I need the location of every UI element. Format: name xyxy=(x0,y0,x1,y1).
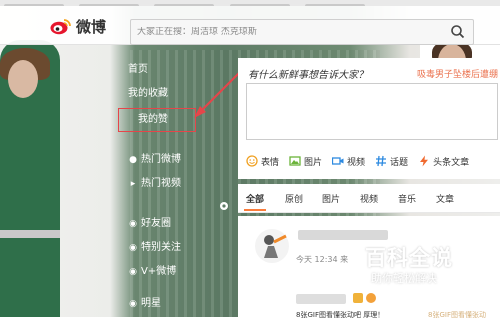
trending-link[interactable]: 吸毒男子坠楼后遭绷 xyxy=(417,67,498,80)
lightning-icon xyxy=(420,155,429,167)
post-text-secondary: 8张GIF图看懂张动 xyxy=(428,311,486,319)
tab-original[interactable]: 原创 xyxy=(285,192,303,205)
tool-topic[interactable]: 话题 xyxy=(375,155,408,168)
weibo-logo-icon xyxy=(50,18,71,34)
sidebar-item-label: 热门微博 xyxy=(141,154,181,165)
tool-label: 视频 xyxy=(347,157,366,168)
smile-icon xyxy=(246,155,258,167)
sidebar-item-label: 首页 xyxy=(128,64,148,75)
star-icon: ◉ xyxy=(129,243,137,253)
sidebar-item-label: 热门视频 xyxy=(141,178,181,189)
publish-prompt: 有什么新鲜事想告诉大家？ xyxy=(248,70,368,81)
post-text: 8张GIF图看懂张动吧 厚理！ xyxy=(296,311,385,319)
sidebar-item-favorites[interactable]: 我的收藏 xyxy=(128,86,168,102)
background-model-left xyxy=(0,40,60,317)
top-navigation-bar: 微博 xyxy=(0,6,500,45)
logo-text: 微博 xyxy=(76,17,107,36)
settings-icon[interactable] xyxy=(218,200,230,212)
image-icon xyxy=(289,156,301,166)
tab-images[interactable]: 图片 xyxy=(322,192,340,205)
search-icon[interactable] xyxy=(450,24,465,39)
sidebar-item-label: 我的收藏 xyxy=(128,88,168,99)
pointer-arrow xyxy=(194,71,241,118)
star-icon: ◉ xyxy=(129,299,137,309)
search-input[interactable] xyxy=(137,27,437,37)
highlight-box xyxy=(118,108,196,132)
sidebar-item-friends-circle[interactable]: ◉ 好友圈 xyxy=(128,216,171,232)
watermark: 百科全说 助你轻松解决 xyxy=(355,242,500,292)
tool-video[interactable]: 视频 xyxy=(332,155,365,168)
weibo-logo[interactable]: 微博 xyxy=(50,14,106,38)
hashtag-icon xyxy=(376,155,387,167)
tool-article[interactable]: 头条文章 xyxy=(418,155,469,168)
model-belt xyxy=(0,230,60,238)
sidebar-item-special-follow[interactable]: ◉ 特别关注 xyxy=(128,240,181,256)
active-tab-indicator xyxy=(244,209,266,211)
tool-label: 图片 xyxy=(304,157,323,168)
tab-articles[interactable]: 文章 xyxy=(436,192,454,205)
feed-tabs: 全部 原创 图片 视频 音乐 文章 xyxy=(238,184,500,213)
sidebar-item-label: 特别关注 xyxy=(141,242,181,253)
tab-all[interactable]: 全部 xyxy=(246,192,264,205)
sidebar-item-vplus[interactable]: ◉ V+微博 xyxy=(128,264,176,280)
watermark-subtitle: 助你轻松解决 xyxy=(371,272,437,285)
emoji-icon xyxy=(366,293,376,303)
sidebar-item-hot-weibo[interactable]: ● 热门微博 xyxy=(128,152,181,168)
username-redacted[interactable] xyxy=(298,230,388,240)
tool-emoji[interactable]: 表情 xyxy=(246,155,279,168)
publish-box: 有什么新鲜事想告诉大家？ 吸毒男子坠楼后遭绷 表情 图片 视频 话题 头条文章 xyxy=(238,58,500,179)
post-text-redacted xyxy=(296,294,346,304)
sidebar-item-label: V+微博 xyxy=(141,266,177,277)
publish-toolbar: 表情 图片 视频 话题 头条文章 xyxy=(246,152,500,170)
tool-label: 头条文章 xyxy=(433,157,470,168)
emoji-icon xyxy=(353,293,363,303)
search-box[interactable] xyxy=(130,19,474,45)
vplus-icon: ◉ xyxy=(129,267,137,277)
post-time[interactable]: 今天 12:34 来 xyxy=(296,254,348,265)
sidebar-item-label: 明星 xyxy=(141,298,161,309)
video-icon: ▸ xyxy=(130,179,136,189)
watermark-title: 百科全说 xyxy=(365,246,453,270)
tool-label: 表情 xyxy=(261,157,280,168)
avatar[interactable] xyxy=(254,228,290,264)
tab-videos[interactable]: 视频 xyxy=(360,192,378,205)
publish-textarea[interactable] xyxy=(246,83,498,140)
video-icon xyxy=(332,157,344,165)
sidebar-item-star[interactable]: ◉ 明星 xyxy=(128,296,161,312)
model-face xyxy=(8,60,38,98)
sidebar-item-home[interactable]: 首页 xyxy=(128,62,148,78)
tool-label: 话题 xyxy=(390,157,409,168)
circle-icon: ◉ xyxy=(129,219,137,229)
sidebar-item-hot-video[interactable]: ▸ 热门视频 xyxy=(128,176,181,192)
fire-icon: ● xyxy=(129,155,137,165)
tab-music[interactable]: 音乐 xyxy=(398,192,416,205)
tool-image[interactable]: 图片 xyxy=(289,155,322,168)
sidebar-item-label: 好友圈 xyxy=(141,218,171,229)
